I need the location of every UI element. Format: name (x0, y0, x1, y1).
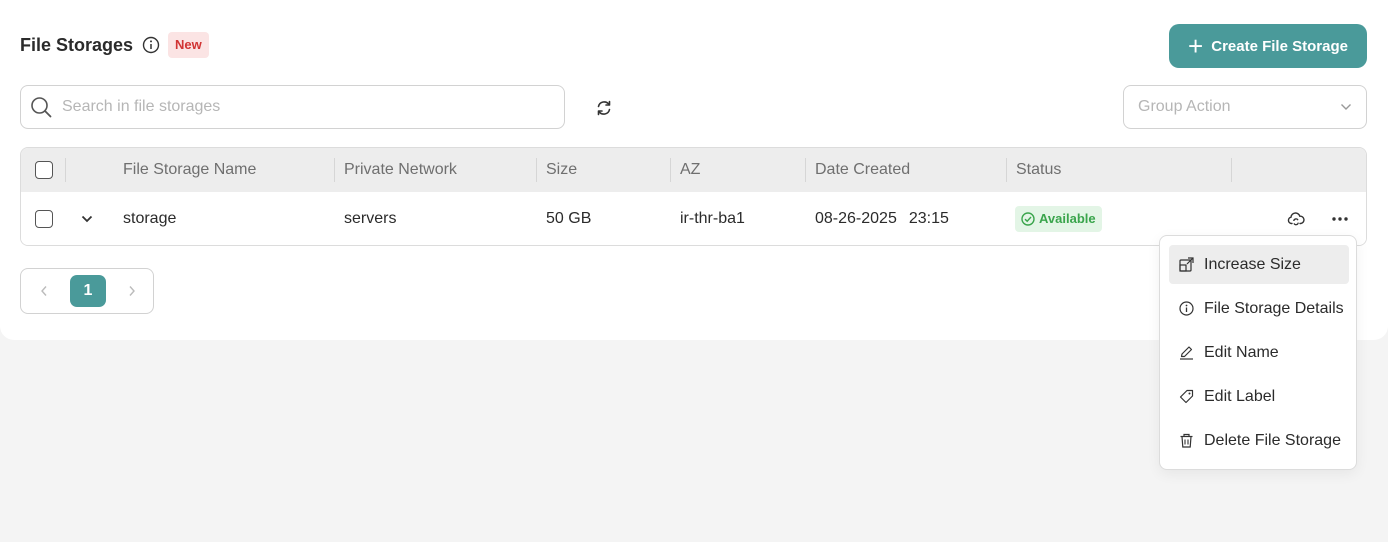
column-header-name[interactable]: File Storage Name (123, 148, 256, 192)
menu-item-label: File Storage Details (1204, 299, 1344, 317)
date-created-cell: 08-26-2025 23:15 (815, 192, 949, 245)
info-icon[interactable] (141, 35, 161, 55)
expand-row-button[interactable] (81, 192, 93, 245)
chevron-right-icon (129, 286, 135, 296)
next-page-button[interactable] (117, 269, 147, 313)
column-divider (65, 158, 66, 182)
status-cell: Available (1015, 192, 1102, 245)
az-cell: ir-thr-ba1 (680, 209, 745, 227)
menu-item-label: Edit Name (1204, 343, 1279, 361)
menu-item-edit-name[interactable]: Edit Name (1169, 333, 1349, 372)
pagination: 1 (20, 268, 154, 314)
previous-page-button[interactable] (29, 269, 59, 313)
private-network-cell: servers (344, 209, 397, 227)
column-header-status[interactable]: Status (1016, 148, 1061, 192)
tag-icon (1179, 389, 1194, 404)
menu-item-delete-file-storage[interactable]: Delete File Storage (1169, 421, 1349, 460)
time-value: 23:15 (908, 209, 949, 227)
column-divider (536, 158, 537, 182)
menu-item-increase-size[interactable]: Increase Size (1169, 245, 1349, 284)
menu-item-label: Delete File Storage (1204, 431, 1341, 449)
menu-item-label: Edit Label (1204, 387, 1276, 405)
chevron-down-icon (1340, 103, 1352, 111)
status-badge: Available (1015, 205, 1102, 232)
create-file-storage-button[interactable]: + Create File Storage (1169, 24, 1367, 68)
plus-icon: + (1188, 31, 1204, 61)
file-storage-table: File Storage Name Private Network Size A… (20, 147, 1367, 246)
row-select-cell (35, 192, 53, 245)
column-header-size[interactable]: Size (546, 148, 577, 192)
search-box[interactable] (20, 85, 565, 129)
check-circle-icon (1021, 211, 1035, 226)
table-header: File Storage Name Private Network Size A… (21, 148, 1366, 192)
group-action-placeholder: Group Action (1138, 98, 1231, 115)
status-label: Available (1039, 210, 1096, 226)
resize-icon (1179, 257, 1194, 272)
title-row: File Storages New (20, 31, 209, 59)
row-actions-menu: Increase Size File Storage Details Edit … (1159, 235, 1357, 470)
cloud-sync-icon (1287, 211, 1305, 227)
more-horizontal-icon (1331, 216, 1349, 222)
page-1-button[interactable]: 1 (70, 275, 106, 307)
row-checkbox[interactable] (35, 209, 53, 228)
search-input[interactable] (62, 98, 522, 116)
new-badge: New (168, 32, 209, 58)
pencil-icon (1179, 345, 1194, 360)
column-divider (334, 158, 335, 182)
column-header-date-created[interactable]: Date Created (815, 148, 910, 192)
search-icon (30, 96, 52, 118)
group-action-select[interactable]: Group Action (1123, 85, 1367, 129)
info-icon (1179, 301, 1194, 316)
menu-item-edit-label[interactable]: Edit Label (1169, 377, 1349, 416)
menu-item-file-storage-details[interactable]: File Storage Details (1169, 289, 1349, 328)
date-value: 08-26-2025 (815, 209, 897, 227)
column-divider (670, 158, 671, 182)
chevron-left-icon (41, 286, 47, 296)
size-cell: 50 GB (546, 209, 592, 227)
chevron-down-icon (81, 215, 93, 223)
create-file-storage-label: Create File Storage (1211, 37, 1348, 55)
column-header-private-network[interactable]: Private Network (344, 148, 457, 192)
select-all-cell (35, 148, 53, 192)
column-header-az[interactable]: AZ (680, 148, 700, 192)
storage-name-cell: storage (123, 209, 177, 227)
refresh-icon[interactable] (594, 98, 614, 118)
column-divider (1006, 158, 1007, 182)
select-all-checkbox[interactable] (35, 161, 53, 179)
trash-icon (1179, 433, 1194, 448)
page-title: File Storages (20, 34, 134, 55)
column-divider (805, 158, 806, 182)
column-divider (1231, 158, 1232, 182)
menu-item-label: Increase Size (1204, 255, 1301, 273)
